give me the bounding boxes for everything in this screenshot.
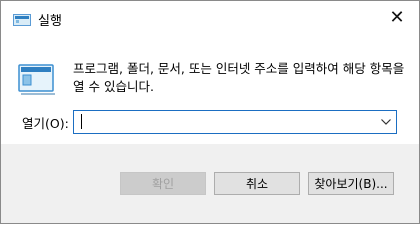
browse-button[interactable]: 찾아보기(B)... bbox=[308, 172, 394, 195]
open-label: 열기(O): bbox=[22, 116, 69, 131]
run-icon bbox=[18, 64, 55, 95]
run-dialog: 실행 ✕ 프로그램, 폴더, 문서, 또는 인터넷 주소를 입력하여 해당 항목… bbox=[0, 0, 420, 224]
cancel-button[interactable]: 취소 bbox=[214, 172, 300, 195]
close-icon: ✕ bbox=[389, 7, 405, 28]
close-button[interactable]: ✕ bbox=[375, 1, 419, 34]
text-caret bbox=[81, 114, 82, 129]
dropdown-button[interactable] bbox=[378, 111, 394, 133]
description-text: 프로그램, 폴더, 문서, 또는 인터넷 주소를 입력하여 해당 항목을 열 수… bbox=[73, 61, 405, 94]
open-combobox[interactable] bbox=[73, 110, 397, 134]
button-bar: 확인 취소 찾아보기(B)... bbox=[1, 144, 419, 223]
dialog-body: 프로그램, 폴더, 문서, 또는 인터넷 주소를 입력하여 해당 항목을 열 수… bbox=[1, 34, 419, 144]
run-icon bbox=[13, 14, 31, 26]
chevron-down-icon bbox=[381, 119, 391, 125]
ok-button[interactable]: 확인 bbox=[120, 172, 206, 195]
window-title: 실행 bbox=[38, 14, 62, 29]
title-bar: 실행 ✕ bbox=[1, 1, 419, 34]
